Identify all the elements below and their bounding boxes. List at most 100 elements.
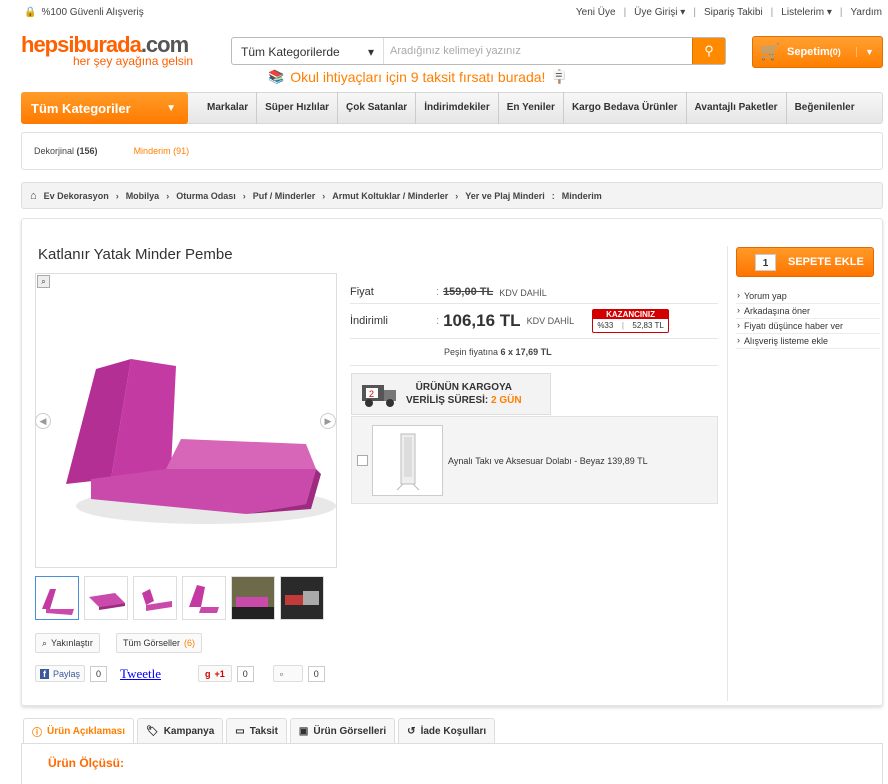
image-icon: ▣ xyxy=(298,726,309,737)
nav-item-en-yeniler[interactable]: En Yeniler xyxy=(499,92,564,124)
filter-dekorjinal[interactable]: Dekorjinal (156) xyxy=(34,146,98,156)
tweet-link[interactable]: Tweetle xyxy=(120,666,161,682)
lists-link[interactable]: Listelerim ▾ xyxy=(781,7,832,18)
secure-text: %100 Güvenli Alışveriş xyxy=(41,7,144,18)
quantity-input[interactable]: 1 xyxy=(755,253,776,271)
discount-price-label: İndirimli xyxy=(350,315,388,327)
board-icon: 🪧 xyxy=(551,69,568,84)
tab-images[interactable]: ▣ Ürün Görselleri xyxy=(289,718,396,744)
promo-banner[interactable]: 📚 Okul ihtiyaçları için 9 taksit fırsatı… xyxy=(268,69,568,85)
price-label: Fiyat xyxy=(350,286,374,298)
nav-item-markalar[interactable]: Markalar xyxy=(199,92,258,124)
kdv-label: KDV DAHİL xyxy=(526,316,575,326)
thumbnail[interactable] xyxy=(35,576,79,620)
breadcrumb-item[interactable]: Oturma Odası xyxy=(176,191,236,201)
breadcrumb-item[interactable]: Puf / Minderler xyxy=(253,191,316,201)
top-links: Yeni Üye | Üye Girişi ▾ | Sipariş Takibi | … xyxy=(575,7,883,18)
chevron-down-icon: ▼ xyxy=(166,102,176,114)
register-link[interactable]: Yeni Üye xyxy=(576,7,616,18)
all-categories-button[interactable]: Tüm Kategoriler ▼ xyxy=(21,92,188,124)
thumbnail[interactable] xyxy=(280,576,324,620)
nav-item-cok-satanlar[interactable]: Çok Satanlar xyxy=(338,92,417,124)
nav-item-kargo-bedava[interactable]: Kargo Bedava Ürünler xyxy=(564,92,687,124)
search-icon: ⚲ xyxy=(704,43,714,58)
chevron-down-icon: ▾ xyxy=(367,45,374,59)
breadcrumb-item[interactable]: Minderim xyxy=(562,191,602,201)
share-image-button[interactable]: ▫ xyxy=(272,665,303,682)
thumbnail[interactable] xyxy=(133,576,177,620)
thumbnail[interactable] xyxy=(84,576,128,620)
share-count: 0 xyxy=(307,665,325,682)
cart-button[interactable]: 🛒 Sepetim (0) ▼ xyxy=(752,36,883,68)
brand-filters: Dekorjinal (156) Minderim (91) xyxy=(21,132,883,170)
filter-minderim[interactable]: Minderim (91) xyxy=(134,146,190,156)
search-button[interactable]: ⚲ xyxy=(692,38,725,64)
installment-info: Peşin fiyatına 6 x 17,69 TL xyxy=(350,339,718,366)
tab-returns[interactable]: ↺ İade Koşulları xyxy=(398,718,496,744)
add-to-list-link[interactable]: Alışveriş listeme ekle xyxy=(736,334,880,349)
product-size-heading: Ürün Ölçüsü: xyxy=(48,756,125,770)
tab-installment[interactable]: ▭ Taksit xyxy=(226,718,287,744)
facebook-share-button[interactable]: f Paylaş xyxy=(35,665,86,682)
cart-count: (0) xyxy=(829,47,841,57)
cart-icon: 🛒 xyxy=(760,44,780,61)
search-input[interactable]: Aradığınız kelimeyi yazınız xyxy=(384,38,692,64)
add-to-cart-button[interactable]: 1 SEPETE EKLE xyxy=(736,247,874,277)
zoom-button[interactable]: ⌕ Yakınlaştır xyxy=(35,633,100,653)
broken-image-icon: ▫ xyxy=(279,668,283,679)
order-tracking-link[interactable]: Sipariş Takibi xyxy=(704,7,763,18)
card-icon: ▭ xyxy=(235,726,245,737)
magnifier-icon: ⌕ xyxy=(42,637,48,648)
tab-description[interactable]: ⓘ Ürün Açıklaması xyxy=(23,718,134,744)
nav-item-indirimdekiler[interactable]: İndirimdekiler xyxy=(416,92,499,124)
help-link[interactable]: Yardım xyxy=(851,7,883,18)
info-icon: ⓘ xyxy=(32,728,42,739)
login-link[interactable]: Üye Girişi ▾ xyxy=(634,7,685,18)
nav-items: Markalar Süper Hızlılar Çok Satanlar İnd… xyxy=(199,92,863,124)
all-images-button[interactable]: Tüm Görseller (6) xyxy=(116,633,203,653)
product-photo xyxy=(66,359,336,524)
thumbnail[interactable] xyxy=(182,576,226,620)
accessory-text[interactable]: Aynalı Takı ve Aksesuar Dolabı - Beyaz 1… xyxy=(448,456,648,466)
facebook-icon: f xyxy=(40,668,49,679)
recommend-friend-link[interactable]: Arkadaşına öner xyxy=(736,304,880,319)
zoom-icon[interactable]: ⌕ xyxy=(37,275,50,288)
detail-tabs: ⓘ Ürün Açıklaması 🏷 Kampanya ▭ Taksit ▣ Ürün… xyxy=(21,718,883,744)
nav-item-avantajli-paketler[interactable]: Avantajlı Paketler xyxy=(687,92,787,124)
site-logo[interactable]: hepsiburada.com her şey ayağına gelsin xyxy=(21,34,193,68)
product-title: Katlanır Yatak Minder Pembe xyxy=(38,246,233,263)
breadcrumb: ⌂ Ev Dekorasyon › Mobilya › Oturma Odası › … xyxy=(21,182,883,209)
price-panel: Fiyat : 159,00 TL KDV DAHİL İndirimli : … xyxy=(350,273,718,366)
tab-campaign[interactable]: 🏷 Kampanya xyxy=(137,718,224,744)
old-price: 159,00 TL xyxy=(443,286,494,298)
lock-icon: 🔒 xyxy=(24,7,37,18)
school-icon: 📚 xyxy=(268,69,285,84)
cart-dropdown-icon[interactable]: ▼ xyxy=(856,47,882,57)
breadcrumb-item[interactable]: Ev Dekorasyon xyxy=(44,191,109,201)
nav-item-begenilenler[interactable]: Beğenilenler xyxy=(787,92,863,124)
product-image[interactable] xyxy=(35,273,337,568)
kdv-label: KDV DAHİL xyxy=(499,288,547,298)
accessory-suggestion: Aynalı Takı ve Aksesuar Dolabı - Beyaz 1… xyxy=(351,416,718,504)
home-icon[interactable]: ⌂ xyxy=(30,190,37,202)
breadcrumb-item[interactable]: Mobilya xyxy=(126,191,160,201)
social-share: f Paylaş 0 Tweetle g +1 0 ▫ 0 xyxy=(35,665,325,682)
prev-image-arrow[interactable]: ◀ xyxy=(35,413,51,429)
breadcrumb-item[interactable]: Armut Koltuklar / Minderler xyxy=(332,191,448,201)
gplus-button[interactable]: g +1 xyxy=(198,665,232,682)
write-review-link[interactable]: Yorum yap xyxy=(736,289,880,304)
tag-icon: 🏷 xyxy=(146,726,159,737)
secure-shopping: 🔒 %100 Güvenli Alışveriş xyxy=(24,7,144,18)
thumbnail[interactable] xyxy=(231,576,275,620)
accessory-checkbox[interactable] xyxy=(357,455,368,466)
price-alert-link[interactable]: Fiyatı düşünce haber ver xyxy=(736,319,880,334)
accessory-image[interactable] xyxy=(372,425,443,496)
category-select[interactable]: Tüm Kategorilerde ▾ xyxy=(232,38,384,64)
facebook-count: 0 xyxy=(90,665,108,682)
image-thumbnails xyxy=(35,576,324,620)
return-icon: ↺ xyxy=(407,726,416,737)
nav-item-super-hizlilar[interactable]: Süper Hızlılar xyxy=(257,92,339,124)
breadcrumb-item[interactable]: Yer ve Plaj Minderi xyxy=(465,191,545,201)
next-image-arrow[interactable]: ▶ xyxy=(320,413,336,429)
search-bar: Tüm Kategorilerde ▾ Aradığınız kelimeyi y… xyxy=(231,37,726,65)
